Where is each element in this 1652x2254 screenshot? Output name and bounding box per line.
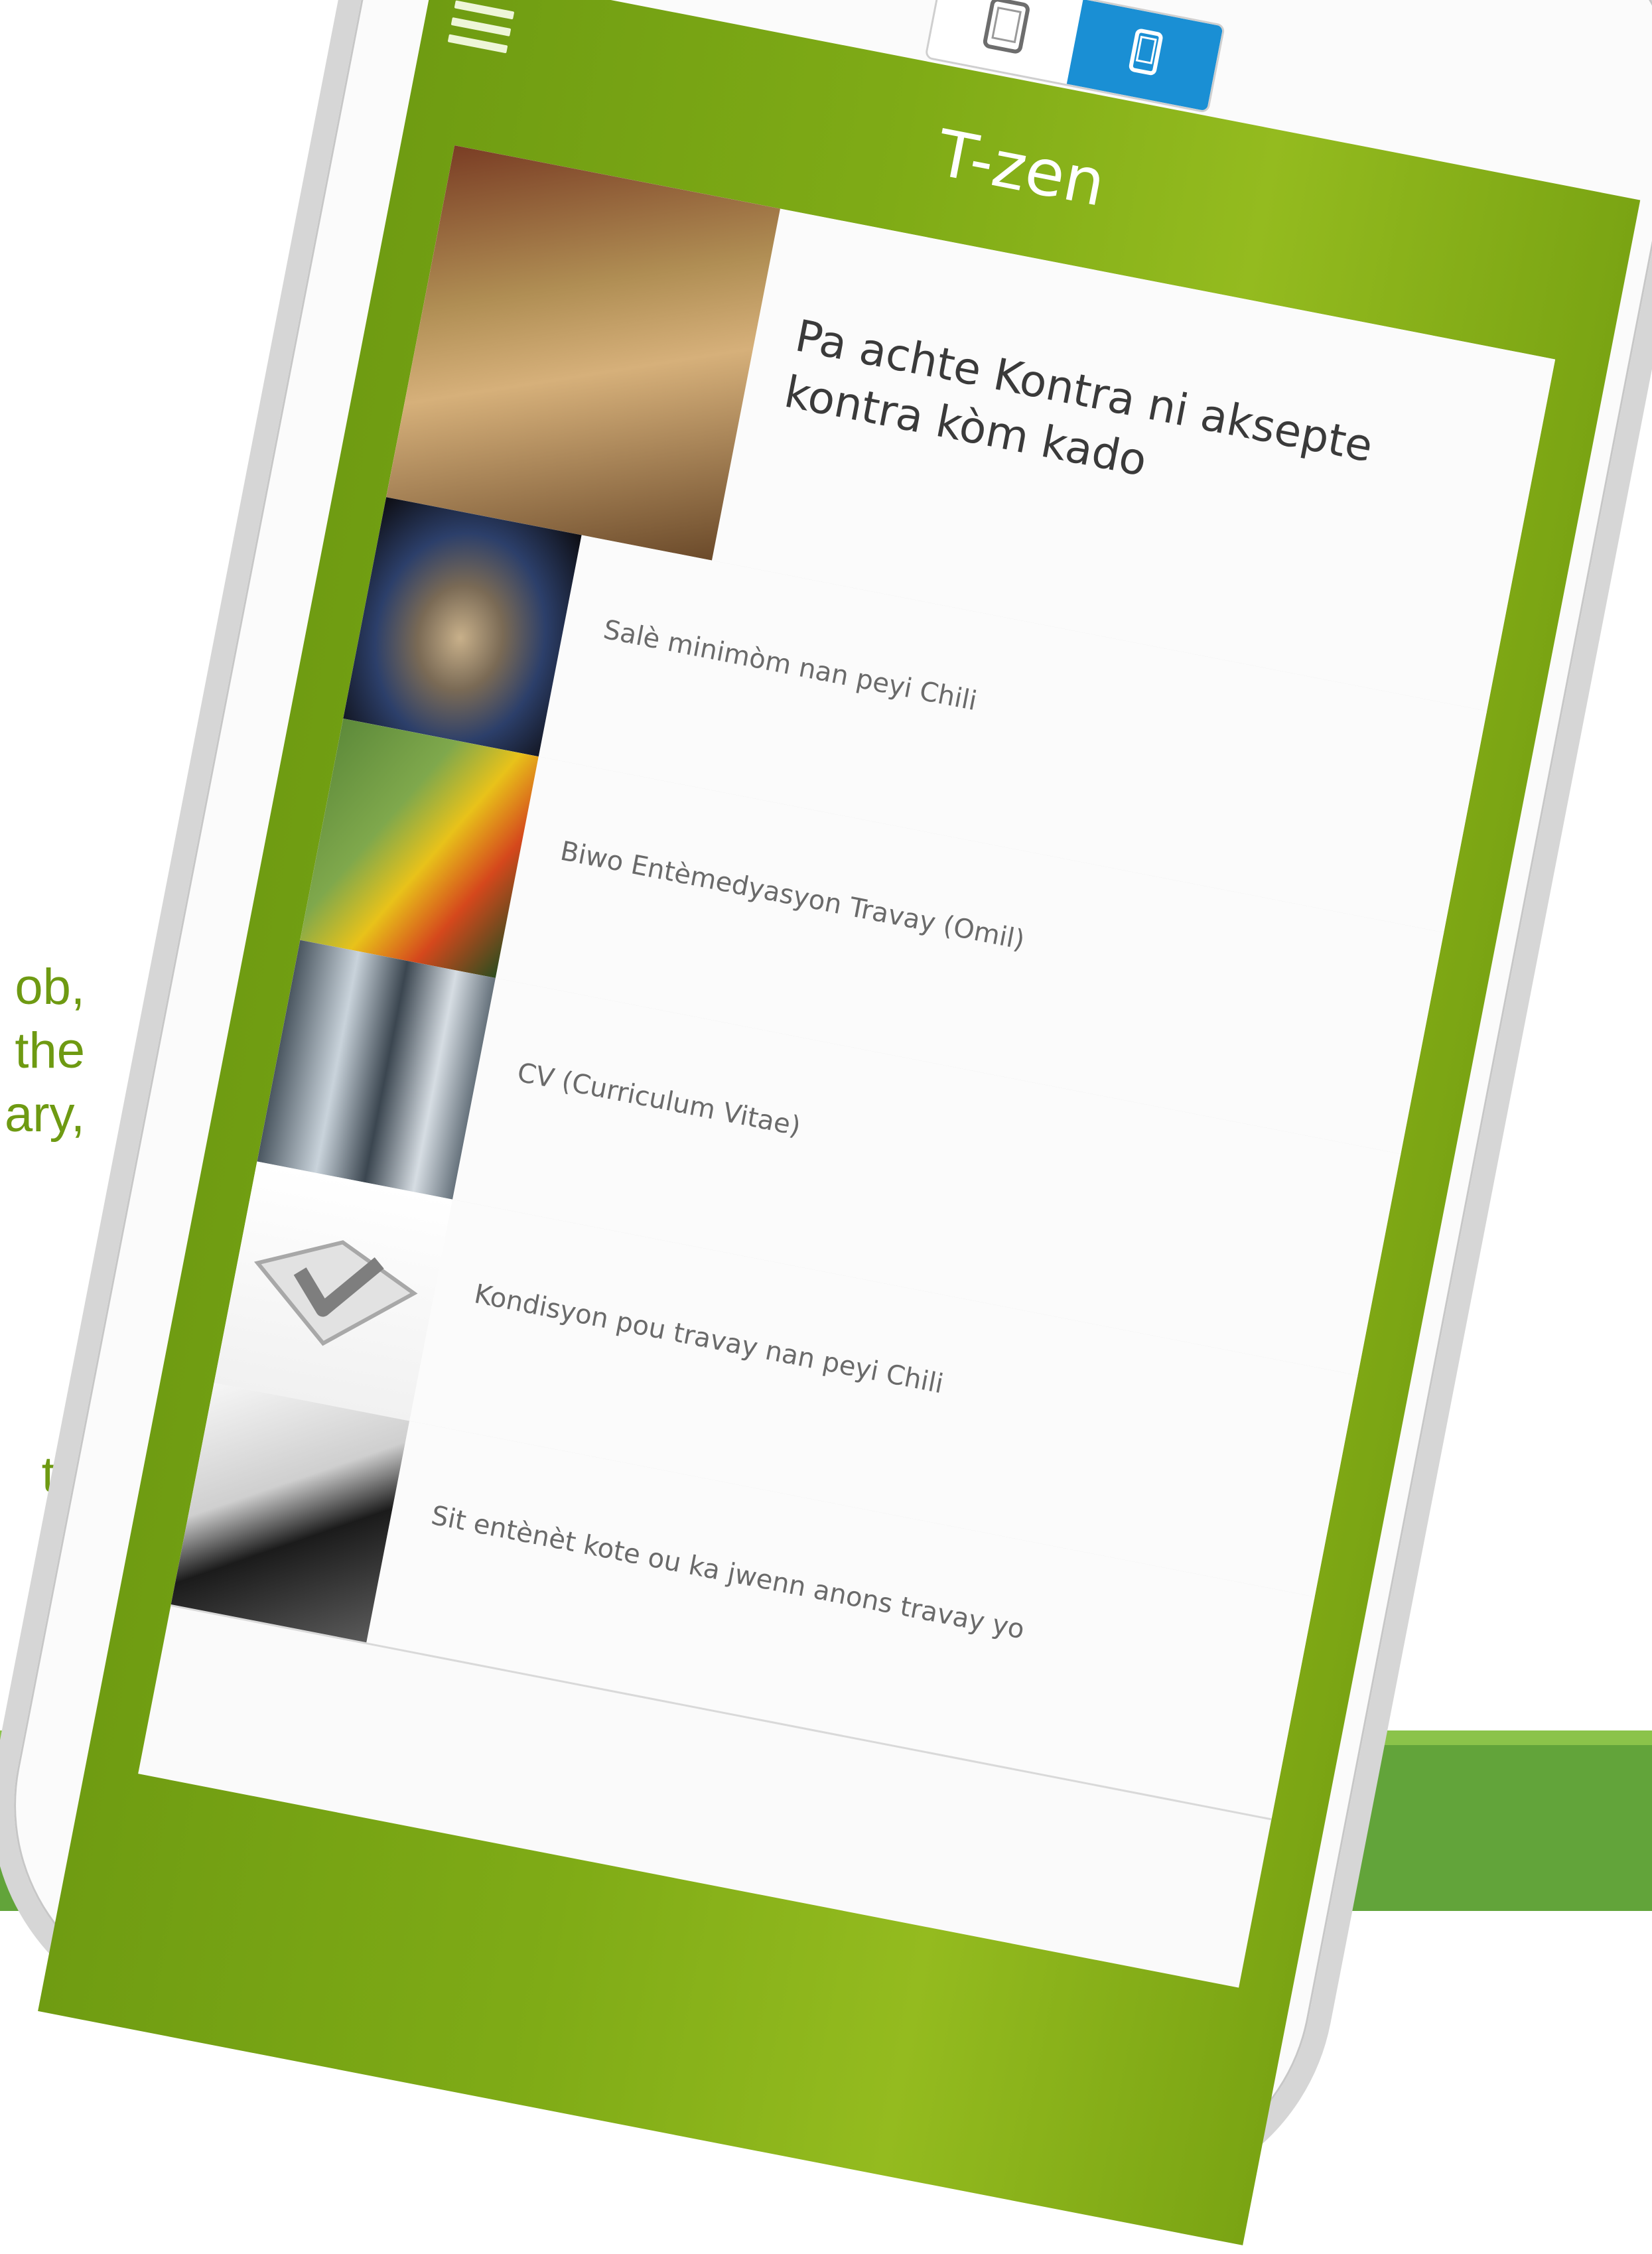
slide-text-line-1: ob, [15, 959, 85, 1015]
typing-hand-photo [171, 1383, 410, 1643]
job-candidates-photo [257, 940, 496, 1200]
article-title: Pa achte Kontra ni aksepte kontra kòm ka… [780, 310, 1377, 487]
menu-bar [454, 0, 515, 20]
article-title: Kondisyon pou travay nan peyi Chili [472, 1279, 946, 1400]
coins-photo [343, 497, 582, 757]
checkmark-envelope-icon [253, 1240, 418, 1346]
contract-signing-photo [386, 145, 780, 561]
checkmark-photo [214, 1161, 452, 1421]
article-title: Salè minimòm nan peyi Chili [600, 614, 980, 717]
article-title: CV (Curriculum Vitae) [514, 1057, 803, 1143]
article-title: Biwo Entèmedyasyon Travay (Omil) [557, 835, 1028, 956]
slide-body-text: ob, the ary, [0, 955, 85, 1147]
article-list: Pa achte Kontra ni aksepte kontra kòm ka… [138, 145, 1556, 1988]
hard-hat-photo [300, 718, 539, 978]
slide-text-line-2: the [15, 1022, 85, 1079]
slide-text-line-3: ary, [4, 1086, 85, 1143]
